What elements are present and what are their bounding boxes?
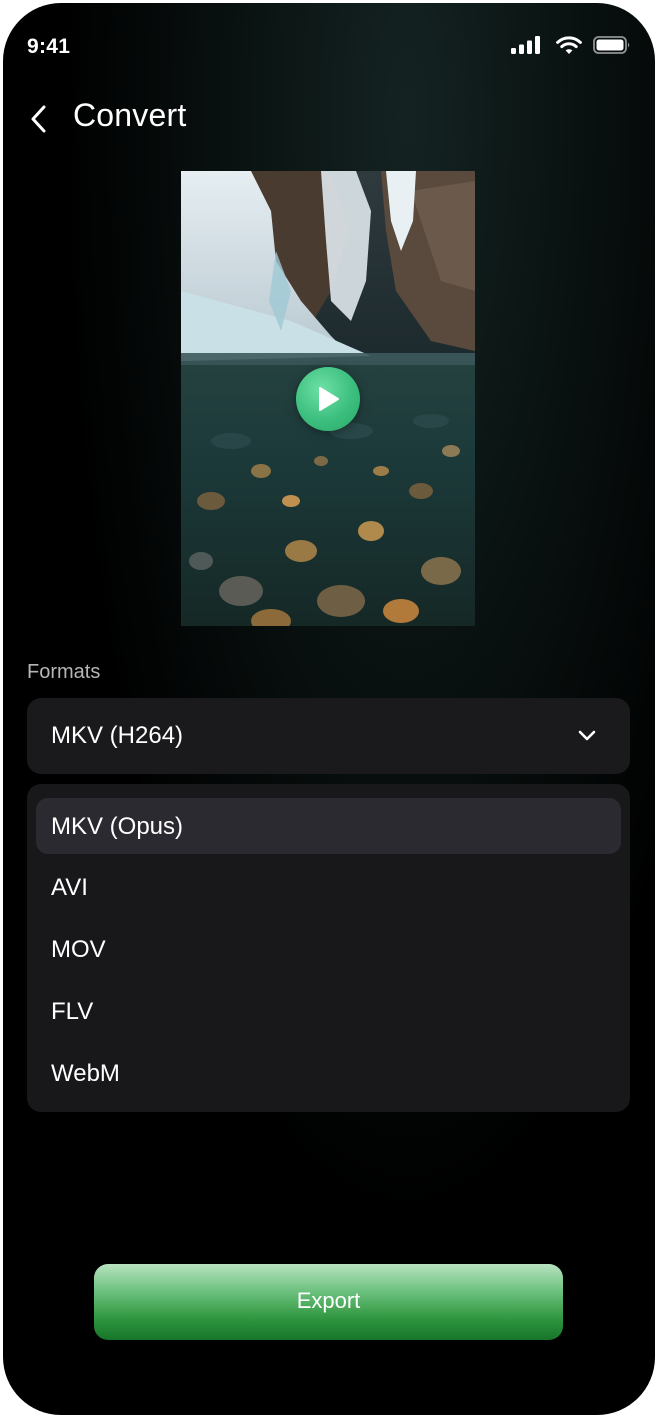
- format-option-mov[interactable]: MOV: [36, 921, 621, 977]
- format-option-webm[interactable]: WebM: [36, 1045, 621, 1101]
- status-bar: 9:41: [3, 3, 655, 93]
- formats-label: Formats: [27, 661, 101, 683]
- signal-icon: [511, 36, 540, 54]
- format-select-value: MKV (H264): [51, 722, 184, 749]
- play-button[interactable]: [296, 367, 360, 431]
- format-option-mkv-opus[interactable]: MKV (Opus): [36, 798, 621, 854]
- format-dropdown-menu: MKV (Opus) AVI MOV FLV WebM: [27, 784, 630, 1112]
- wifi-icon: [556, 36, 582, 54]
- format-option-label: MKV (Opus): [51, 813, 184, 840]
- format-option-avi[interactable]: AVI: [36, 859, 621, 915]
- format-option-label: WebM: [51, 1060, 120, 1087]
- battery-icon: [593, 36, 630, 54]
- export-button-label: Export: [296, 1288, 361, 1313]
- status-time: 9:41: [27, 35, 71, 58]
- video-preview[interactable]: [181, 171, 475, 626]
- format-option-label: MOV: [51, 936, 106, 963]
- chevron-left-icon: [31, 105, 46, 133]
- header: Convert: [3, 93, 655, 145]
- phone-screen: 9:41 Convert Formats MKV (H264) MKV (Opu…: [3, 3, 655, 1415]
- status-icons: [511, 35, 631, 55]
- format-option-label: FLV: [51, 998, 94, 1025]
- back-button[interactable]: [21, 101, 57, 137]
- export-button[interactable]: Export: [94, 1264, 563, 1340]
- play-icon: [319, 387, 339, 411]
- page-title: Convert: [73, 97, 187, 133]
- format-select[interactable]: MKV (H264): [27, 698, 630, 774]
- format-option-label: AVI: [51, 874, 88, 901]
- chevron-down-icon: [578, 730, 596, 741]
- format-option-flv[interactable]: FLV: [36, 983, 621, 1039]
